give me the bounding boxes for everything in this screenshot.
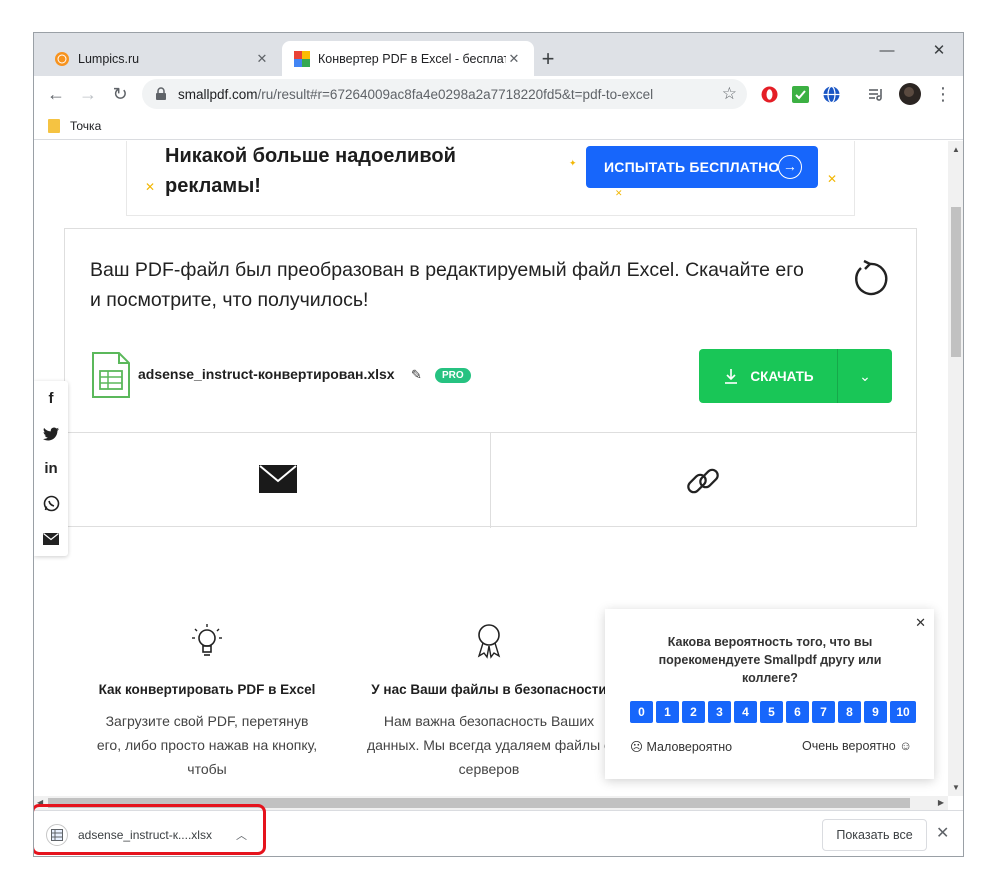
scroll-right-icon[interactable]: ▶ (938, 798, 944, 807)
score-scale: 0 1 2 3 4 5 6 7 8 9 10 (630, 701, 916, 723)
feature-how-to: Как конвертировать PDF в Excel Загрузите… (92, 621, 322, 781)
score-button[interactable]: 6 (786, 701, 809, 723)
maximize-button[interactable] (879, 39, 909, 65)
copy-link-icon[interactable] (683, 461, 723, 501)
scroll-up-icon[interactable]: ▲ (952, 145, 960, 154)
page-content: Никакой больше надоеливой рекламы! ✕ ✦ ✕… (34, 141, 948, 796)
score-button[interactable]: 3 (708, 701, 731, 723)
lightbulb-icon (192, 624, 222, 656)
forward-arrow-icon[interactable]: → (74, 80, 102, 108)
sparkle-icon: ✕ (615, 188, 623, 198)
award-ribbon-icon (477, 624, 501, 659)
feature-title: Как конвертировать PDF в Excel (98, 682, 316, 697)
browser-window: Lumpics.ru ✕ Конвертер PDF в Excel - бес… (33, 32, 964, 857)
score-button[interactable]: 4 (734, 701, 757, 723)
orange-favicon-icon (55, 51, 69, 66)
close-icon[interactable]: ✕ (915, 615, 926, 631)
opera-extension-icon[interactable] (760, 85, 779, 104)
result-message: Ваш PDF-файл был преобразован в редактир… (90, 259, 804, 311)
try-free-label: ИСПЫТАТЬ БЕСПЛАТНО (604, 159, 780, 175)
score-button[interactable]: 9 (864, 701, 887, 723)
new-tab-button[interactable]: + (534, 46, 562, 74)
tab-close-icon[interactable]: ✕ (254, 51, 270, 67)
ad-banner: Никакой больше надоеливой рекламы! ✕ ✦ ✕… (126, 141, 855, 216)
score-button[interactable]: 2 (682, 701, 705, 723)
vpn-globe-extension-icon[interactable] (822, 85, 841, 104)
checkmark-extension-icon[interactable] (791, 85, 810, 104)
likely-label: Очень вероятно ☺ (801, 739, 912, 753)
tab-smallpdf[interactable]: Конвертер PDF в Excel - бесплатн ✕ (282, 41, 534, 76)
try-free-button[interactable]: ИСПЫТАТЬ БЕСПЛАТНО → (586, 146, 818, 188)
vertical-scrollbar[interactable]: ▲ ▼ (948, 141, 963, 796)
whatsapp-icon[interactable] (34, 486, 68, 521)
menu-kebab-icon[interactable]: ⋮ (929, 80, 957, 108)
close-shelf-icon[interactable]: ✕ (936, 823, 949, 843)
lock-icon (156, 87, 166, 100)
download-button-group: СКАЧАТЬ ⌄ (699, 349, 892, 403)
score-button[interactable]: 10 (890, 701, 916, 723)
reload-icon[interactable]: ↻ (106, 80, 134, 108)
bookmarks-bar: Точка (34, 112, 963, 140)
scroll-down-icon[interactable]: ▼ (952, 783, 960, 792)
bookmark-item[interactable]: Точка (70, 119, 101, 133)
sparkle-icon: ✦ (569, 158, 577, 168)
unlikely-label: ☹ Маловероятно (630, 740, 733, 754)
tab-title: Lumpics.ru (78, 51, 140, 66)
score-button[interactable]: 0 (630, 701, 653, 723)
nps-survey-popup: ✕ Какова вероятность того, что вы пореко… (605, 609, 934, 779)
profile-avatar[interactable] (899, 83, 921, 105)
scroll-thumb[interactable] (951, 207, 961, 357)
email-icon[interactable] (34, 521, 68, 556)
show-all-button[interactable]: Показать все (822, 819, 927, 851)
email-envelope-icon[interactable] (259, 465, 297, 493)
url-host: smallpdf.com (178, 86, 258, 102)
media-control-icon[interactable] (867, 85, 886, 104)
browser-toolbar: ← → ↻ smallpdf.com/ru/result#r=67264009a… (34, 76, 963, 112)
feature-text: Загрузите свой PDF, перетянув его, либо … (96, 713, 318, 777)
result-card: Ваш PDF-файл был преобразован в редактир… (64, 228, 917, 528)
download-button[interactable]: СКАЧАТЬ (699, 349, 837, 403)
file-name: adsense_instruct-конвертирован.xlsx (138, 366, 395, 382)
pro-badge: PRO (435, 368, 471, 383)
score-button[interactable]: 7 (812, 701, 835, 723)
close-window-button[interactable]: ✕ (924, 39, 954, 65)
feature-security: У нас Ваши файлы в безопасности Нам важн… (364, 621, 614, 781)
bookmark-folder-icon (48, 118, 60, 133)
ad-text: Никакой больше надоеливой рекламы! (165, 145, 456, 197)
pencil-edit-icon[interactable]: ✎ (411, 367, 422, 383)
survey-question: Какова вероятность того, что вы порекоме… (658, 635, 882, 685)
feature-text: Нам важна безопасность Ваших данных. Мы … (366, 713, 612, 777)
sparkle-icon: ✕ (145, 180, 156, 194)
tab-close-icon[interactable]: ✕ (506, 51, 522, 67)
download-label: СКАЧАТЬ (750, 368, 814, 384)
divider (490, 433, 491, 528)
share-options-row (65, 432, 916, 528)
tab-strip: Lumpics.ru ✕ Конвертер PDF в Excel - бес… (34, 33, 963, 76)
score-button[interactable]: 5 (760, 701, 783, 723)
back-arrow-icon[interactable]: ← (42, 80, 70, 108)
excel-file-icon (92, 352, 130, 398)
bookmark-star-icon[interactable]: ☆ (722, 84, 737, 104)
tab-title: Конвертер PDF в Excel - бесплатн (318, 51, 506, 66)
score-button[interactable]: 1 (656, 701, 679, 723)
url-path: /ru/result#r=67264009ac8fa4e0298a2a77182… (257, 86, 654, 102)
facebook-icon[interactable]: f (34, 381, 68, 416)
score-button[interactable]: 8 (838, 701, 861, 723)
tab-lumpics[interactable]: Lumpics.ru ✕ (42, 41, 282, 76)
social-share-sidebar: f in (34, 381, 68, 556)
arrow-right-icon: → (778, 155, 802, 179)
twitter-icon[interactable] (34, 416, 68, 451)
feature-title: У нас Ваши файлы в безопасности (371, 682, 607, 697)
highlight-annotation (34, 804, 266, 855)
start-over-icon[interactable] (849, 259, 889, 299)
download-arrow-icon (725, 369, 738, 384)
linkedin-icon[interactable]: in (34, 451, 68, 486)
address-bar[interactable]: smallpdf.com/ru/result#r=67264009ac8fa4e… (142, 79, 747, 109)
download-options-chevron-icon[interactable]: ⌄ (838, 349, 892, 403)
sparkle-icon: ✕ (827, 172, 838, 186)
smallpdf-favicon-icon (294, 50, 310, 67)
